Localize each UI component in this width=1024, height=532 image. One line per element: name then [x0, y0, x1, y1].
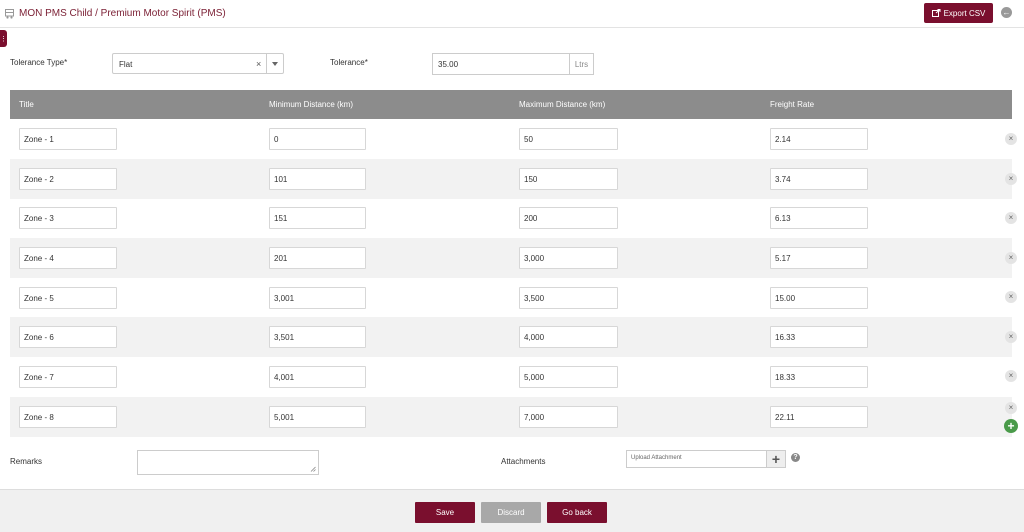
- table-row: Zone - 1 0 50 2.14: [10, 119, 1012, 159]
- save-button[interactable]: Save: [415, 502, 475, 523]
- remarks-label: Remarks: [10, 457, 43, 466]
- zone-title-input[interactable]: Zone - 4: [19, 247, 117, 269]
- remove-row-icon[interactable]: ×: [1005, 212, 1017, 224]
- max-distance-input[interactable]: 50: [519, 128, 618, 150]
- zone-title-input[interactable]: Zone - 2: [19, 168, 117, 190]
- zone-title-input[interactable]: Zone - 1: [19, 128, 117, 150]
- remove-row-icon[interactable]: ×: [1005, 291, 1017, 303]
- page-title: MON PMS Child / Premium Motor Spirit (PM…: [19, 8, 226, 19]
- max-distance-input[interactable]: 3,500: [519, 287, 618, 309]
- remarks-textarea[interactable]: [137, 450, 319, 475]
- add-row-icon[interactable]: +: [1004, 419, 1018, 433]
- table-header: Title Minimum Distance (km) Maximum Dist…: [10, 90, 1012, 119]
- freight-rate-input[interactable]: 3.74: [770, 168, 868, 190]
- remove-row-icon[interactable]: ×: [1005, 402, 1017, 414]
- table-row: Zone - 6 3,501 4,000 16.33: [10, 317, 1012, 357]
- upload-add-button[interactable]: +: [766, 450, 786, 468]
- max-distance-input[interactable]: 4,000: [519, 326, 618, 348]
- min-distance-input[interactable]: 5,001: [269, 406, 366, 428]
- tolerance-type-select[interactable]: Flat ×: [112, 53, 284, 74]
- freight-rate-input[interactable]: 5.17: [770, 247, 868, 269]
- column-header-title: Title: [19, 100, 34, 109]
- min-distance-input[interactable]: 201: [269, 247, 366, 269]
- max-distance-input[interactable]: 7,000: [519, 406, 618, 428]
- export-icon: [931, 9, 941, 17]
- zone-title-input[interactable]: Zone - 8: [19, 406, 117, 428]
- column-header-min-distance: Minimum Distance (km): [269, 100, 354, 109]
- zone-title-input[interactable]: Zone - 7: [19, 366, 117, 388]
- tolerance-type-label: Tolerance Type*: [10, 58, 68, 67]
- max-distance-input[interactable]: 200: [519, 207, 618, 229]
- table-row: Zone - 8 5,001 7,000 22.11: [10, 397, 1012, 437]
- help-icon[interactable]: ?: [791, 453, 800, 462]
- column-header-max-distance: Maximum Distance (km): [519, 100, 606, 109]
- export-csv-button[interactable]: Export CSV: [924, 3, 993, 23]
- main-panel: MON PMS Child / Premium Motor Spirit (PM…: [0, 0, 1024, 490]
- upload-attachment-input[interactable]: Upload Attachment: [626, 450, 767, 468]
- column-header-freight-rate: Freight Rate: [770, 100, 815, 109]
- attachments-label: Attachments: [501, 457, 546, 466]
- table-row: Zone - 3 151 200 6.13: [10, 198, 1012, 238]
- min-distance-input[interactable]: 0: [269, 128, 366, 150]
- min-distance-input[interactable]: 3,001: [269, 287, 366, 309]
- min-distance-input[interactable]: 151: [269, 207, 366, 229]
- remove-row-icon[interactable]: ×: [1005, 370, 1017, 382]
- zone-title-input[interactable]: Zone - 5: [19, 287, 117, 309]
- min-distance-input[interactable]: 3,501: [269, 326, 366, 348]
- remove-row-icon[interactable]: ×: [1005, 173, 1017, 185]
- remove-row-icon[interactable]: ×: [1005, 133, 1017, 145]
- zone-title-input[interactable]: Zone - 6: [19, 326, 117, 348]
- remove-row-icon[interactable]: ×: [1005, 331, 1017, 343]
- max-distance-input[interactable]: 3,000: [519, 247, 618, 269]
- truck-icon: [5, 9, 14, 19]
- clear-icon[interactable]: ×: [256, 59, 261, 69]
- table-row: Zone - 4 201 3,000 5.17: [10, 238, 1012, 278]
- freight-rate-input[interactable]: 18.33: [770, 366, 868, 388]
- freight-rate-input[interactable]: 15.00: [770, 287, 868, 309]
- export-csv-label: Export CSV: [943, 8, 986, 18]
- min-distance-input[interactable]: 101: [269, 168, 366, 190]
- max-distance-input[interactable]: 150: [519, 168, 618, 190]
- table-row: Zone - 2 101 150 3.74: [10, 159, 1012, 199]
- table-row: Zone - 7 4,001 5,000 18.33: [10, 357, 1012, 397]
- page-header: MON PMS Child / Premium Motor Spirit (PM…: [0, 0, 1024, 28]
- freight-rate-input[interactable]: 16.33: [770, 326, 868, 348]
- freight-rate-input[interactable]: 22.11: [770, 406, 868, 428]
- resize-handle-icon[interactable]: [310, 466, 316, 472]
- select-divider: [266, 54, 267, 73]
- min-distance-input[interactable]: 4,001: [269, 366, 366, 388]
- tolerance-unit: Ltrs: [569, 53, 594, 75]
- remove-row-icon[interactable]: ×: [1005, 252, 1017, 264]
- zone-title-input[interactable]: Zone - 3: [19, 207, 117, 229]
- freight-rate-input[interactable]: 6.13: [770, 207, 868, 229]
- menu-dots-icon[interactable]: ⋮: [0, 30, 7, 47]
- chevron-down-icon[interactable]: [272, 62, 278, 66]
- tolerance-type-value: Flat: [119, 60, 133, 69]
- tolerance-label: Tolerance*: [330, 58, 368, 67]
- go-back-button[interactable]: Go back: [547, 502, 607, 523]
- max-distance-input[interactable]: 5,000: [519, 366, 618, 388]
- discard-button[interactable]: Discard: [481, 502, 541, 523]
- freight-rate-input[interactable]: 2.14: [770, 128, 868, 150]
- back-arrow-icon[interactable]: ←: [1001, 7, 1012, 18]
- tolerance-input[interactable]: 35.00: [432, 53, 570, 75]
- table-row: Zone - 5 3,001 3,500 15.00: [10, 278, 1012, 318]
